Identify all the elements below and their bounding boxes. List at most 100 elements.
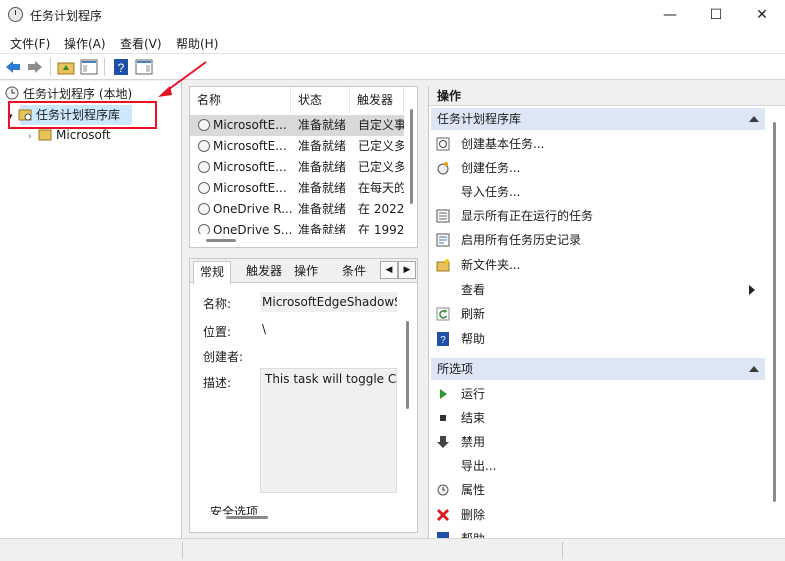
action-show-running-tasks[interactable]: 显示所有正在运行的任务 <box>433 204 763 228</box>
tab-general[interactable]: 常规 <box>193 261 232 284</box>
disable-icon <box>437 436 449 448</box>
group-task-library[interactable]: 任务计划程序库 <box>431 108 765 130</box>
action-delete[interactable]: 删除 <box>433 503 763 527</box>
name-field[interactable]: MicrosoftEdgeShadowS <box>260 292 397 312</box>
group-selected-item[interactable]: 所选项 <box>431 358 765 380</box>
create-task-icon <box>437 162 449 175</box>
task-clock-icon <box>198 224 210 234</box>
task-status-cell: 准备就绪 <box>298 139 347 153</box>
table-row[interactable]: OneDrive S... 准备就绪在 1992 <box>190 220 404 234</box>
chevron-right-icon[interactable]: › <box>28 127 38 147</box>
center-pane: 名称 状态 触发器 MicrosoftE... 准备就绪 自定义事 Microsof… <box>189 86 418 533</box>
tree-item-microsoft-label: Microsoft <box>56 128 111 142</box>
back-arrow-icon[interactable] <box>4 58 22 76</box>
table-row[interactable]: OneDrive R... 准备就绪在 2022 <box>190 199 404 220</box>
action-properties[interactable]: 属性 <box>433 478 763 502</box>
detail-vertical-scrollbar[interactable] <box>406 321 409 409</box>
task-status-cell: 准备就绪 <box>298 202 347 216</box>
help-icon[interactable]: ? <box>112 58 130 76</box>
new-folder-icon <box>436 259 450 272</box>
submenu-arrow-icon <box>749 285 755 295</box>
stop-icon <box>440 415 446 421</box>
table-row[interactable]: MicrosoftE... 准备就绪 已定义多 <box>190 157 404 178</box>
action-help-selected[interactable]: 帮助 <box>433 527 763 538</box>
clock-icon <box>5 86 19 100</box>
tab-conditions[interactable]: 条件 <box>336 261 372 283</box>
action-run[interactable]: 运行 <box>433 382 763 406</box>
task-name-cell: MicrosoftE... <box>198 178 294 199</box>
menu-bar: 文件(F) 操作(A) 查看(V) 帮助(H) <box>0 30 785 54</box>
toolbar-separator <box>50 58 51 76</box>
menu-file[interactable]: 文件(F) <box>10 35 50 52</box>
task-name-cell: OneDrive R... <box>198 199 294 220</box>
detail-horizontal-scrollbar[interactable] <box>226 516 268 519</box>
task-name-cell: MicrosoftE... <box>198 115 294 136</box>
action-import-task[interactable]: 导入任务... <box>433 180 763 204</box>
actions-vertical-scrollbar[interactable] <box>773 122 776 502</box>
svg-text:?: ? <box>440 335 446 346</box>
run-icon <box>440 389 447 399</box>
column-header-name[interactable]: 名称 <box>190 87 291 113</box>
task-status-cell: 准备就绪 <box>298 181 347 195</box>
minimize-button[interactable]: — <box>647 0 693 30</box>
list-horizontal-scrollbar[interactable] <box>206 239 236 242</box>
tab-actions[interactable]: 操作 <box>288 261 324 283</box>
action-create-basic-task[interactable]: 创建基本任务... <box>433 132 763 156</box>
menu-action[interactable]: 操作(A) <box>64 35 106 52</box>
description-field[interactable]: This task will toggle CE <box>260 368 397 493</box>
table-row[interactable]: MicrosoftE... 准备就绪 已定义多 <box>190 136 404 157</box>
list-vertical-scrollbar[interactable] <box>410 109 413 204</box>
collapse-caret-icon[interactable] <box>749 116 759 122</box>
location-label: 位置: <box>203 325 232 339</box>
history-icon <box>436 233 450 247</box>
svg-text:?: ? <box>118 61 125 75</box>
action-view[interactable]: 查看 <box>433 278 763 302</box>
security-options-label: 安全选项 <box>210 505 259 515</box>
tab-triggers[interactable]: 触发器 <box>240 261 288 283</box>
action-create-task[interactable]: 创建任务... <box>433 156 763 180</box>
tab-scroll-right-icon[interactable]: ▶ <box>398 261 416 279</box>
show-hide-console-tree-icon[interactable] <box>80 58 98 76</box>
task-status-cell: 准备就绪 <box>298 223 347 234</box>
action-export[interactable]: 导出... <box>433 454 763 478</box>
window-title: 任务计划程序 <box>30 9 103 23</box>
column-header-trigger[interactable]: 触发器 <box>350 87 404 113</box>
tree-item-microsoft[interactable]: › Microsoft <box>28 125 111 145</box>
running-tasks-icon <box>436 209 450 223</box>
task-clock-icon <box>198 119 210 131</box>
task-trigger-cell: 已定义多 <box>358 139 404 153</box>
table-row[interactable]: MicrosoftE... 准备就绪 在每天的 <box>190 178 404 199</box>
tab-scroll-left-icon[interactable]: ◀ <box>380 261 398 279</box>
action-end[interactable]: 结束 <box>433 406 763 430</box>
table-row[interactable]: MicrosoftE... 准备就绪 自定义事 <box>190 115 404 136</box>
collapse-caret-icon[interactable] <box>749 366 759 372</box>
forward-arrow-icon[interactable] <box>26 58 44 76</box>
status-divider <box>562 542 563 559</box>
menu-help[interactable]: 帮助(H) <box>176 35 218 52</box>
task-name-cell: OneDrive S... <box>198 220 294 234</box>
action-disable[interactable]: 禁用 <box>433 430 763 454</box>
delete-icon <box>436 508 450 522</box>
location-field[interactable]: \ <box>260 319 397 339</box>
description-label: 描述: <box>203 376 232 390</box>
task-clock-icon <box>198 140 210 152</box>
actions-pane: 操作 任务计划程序库 创建基本任务... 创建任务... 导入任务... 显示所… <box>428 86 785 538</box>
action-help[interactable]: ? 帮助 <box>433 327 763 351</box>
help-icon: ? <box>437 332 449 346</box>
column-header-status[interactable]: 状态 <box>291 87 350 113</box>
task-trigger-cell: 在 2022 <box>358 202 404 216</box>
action-new-folder[interactable]: 新文件夹... <box>433 253 763 277</box>
up-folder-icon[interactable] <box>57 58 75 76</box>
task-status-cell: 准备就绪 <box>298 160 347 174</box>
folder-icon <box>38 127 52 141</box>
close-button[interactable]: ✕ <box>739 0 785 30</box>
action-refresh[interactable]: 刷新 <box>433 302 763 326</box>
show-action-pane-icon[interactable] <box>135 58 153 76</box>
task-trigger-cell: 在 1992 <box>358 223 404 234</box>
maximize-button[interactable]: ☐ <box>693 0 739 30</box>
status-divider <box>182 542 183 559</box>
menu-view[interactable]: 查看(V) <box>120 35 162 52</box>
task-name-cell: MicrosoftE... <box>198 157 294 178</box>
task-trigger-cell: 已定义多 <box>358 160 404 174</box>
action-enable-history[interactable]: 启用所有任务历史记录 <box>433 228 763 252</box>
